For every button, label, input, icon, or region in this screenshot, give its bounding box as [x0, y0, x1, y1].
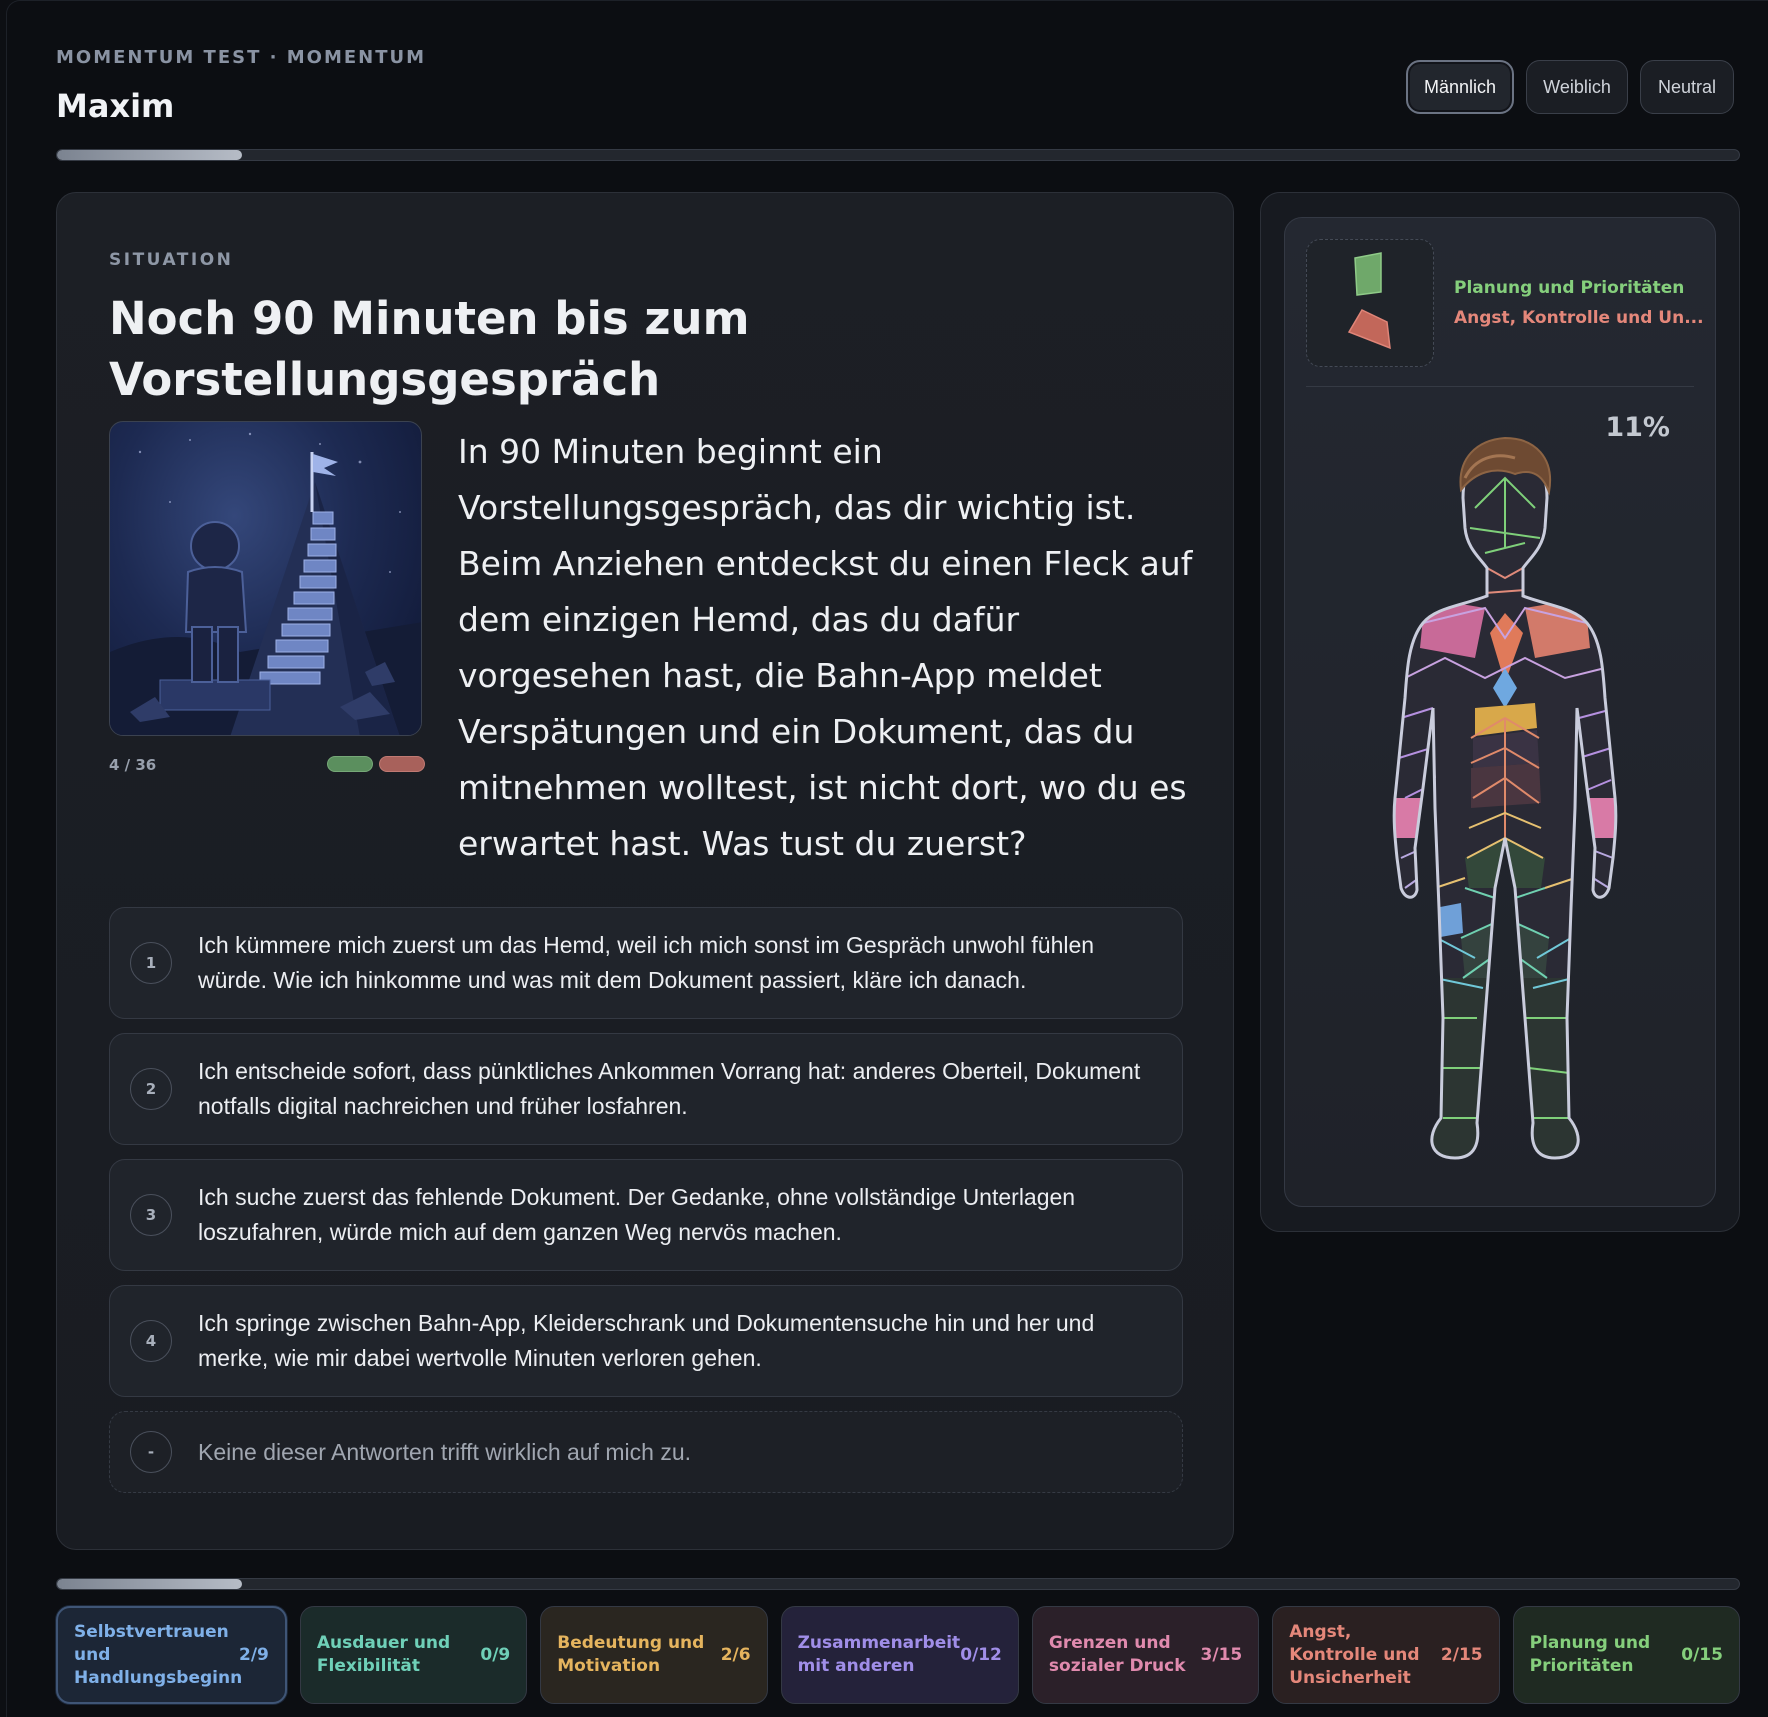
situation-card: SITUATION Noch 90 Minuten bis zum Vorste…: [56, 192, 1234, 1550]
none-answer-option[interactable]: - Keine dieser Antworten trifft wirklich…: [109, 1411, 1183, 1493]
situation-counter: 4 / 36: [109, 756, 157, 774]
answer-option[interactable]: 3 Ich suche zuerst das fehlende Dokument…: [109, 1159, 1183, 1271]
answer-text: Keine dieser Antworten trifft wirklich a…: [198, 1438, 692, 1465]
category-count: 0/9: [480, 1644, 511, 1665]
category-label: Grenzen und sozialer Druck: [1048, 1633, 1186, 1676]
answer-number: 1: [130, 942, 172, 984]
category-label: Ausdauer und Flexibilität: [316, 1633, 451, 1676]
body-map-card: Planung und Prioritäten Angst, Kontrolle…: [1284, 217, 1716, 1207]
answer-text: Ich springe zwischen Bahn-App, Kleidersc…: [198, 1310, 1095, 1371]
answer-text: Ich suche zuerst das fehlende Dokument. …: [198, 1184, 1076, 1245]
situation-title: Noch 90 Minuten bis zum Vorstellungsgesp…: [109, 292, 750, 406]
bottom-progress-bar: [56, 1578, 1740, 1590]
test-eyebrow: MOMENTUM TEST · MOMENTUM: [56, 47, 427, 68]
answer-list: 1 Ich kümmere mich zuerst um das Hemd, w…: [109, 907, 1183, 1507]
user-name: Maxim: [56, 87, 175, 125]
category-tabs: Selbstvertrauen und Handlungsbeginn 2/9 Au…: [56, 1606, 1740, 1704]
category-count: 3/15: [1200, 1644, 1243, 1665]
answer-text: Ich entscheide sofort, dass pünktliches …: [198, 1058, 1141, 1119]
legend-label-anxiety: Angst, Kontrolle und Un...: [1454, 308, 1704, 328]
answer-option[interactable]: 1 Ich kümmere mich zuerst um das Hemd, w…: [109, 907, 1183, 1019]
app-frame: MOMENTUM TEST · MOMENTUM Maxim Männlich …: [6, 0, 1768, 1717]
stairs-summit-illustration: [110, 432, 421, 735]
gender-male-button[interactable]: Männlich: [1406, 60, 1514, 114]
category-tab[interactable]: Angst, Kontrolle und Unsicherheit 2/15: [1272, 1606, 1500, 1704]
gender-toggle-group: Männlich Weiblich Neutral: [1406, 60, 1734, 114]
situation-illustration: [109, 421, 422, 736]
answer-option[interactable]: 2 Ich entscheide sofort, dass pünktliche…: [109, 1033, 1183, 1145]
category-tag-green: [327, 756, 373, 772]
situation-label: SITUATION: [109, 250, 234, 270]
answer-number: 4: [130, 1320, 172, 1362]
red-shard-icon: [1347, 309, 1391, 350]
category-label: Bedeutung und Motivation: [557, 1633, 705, 1676]
category-tab[interactable]: Planung und Prioritäten 0/15: [1512, 1606, 1740, 1704]
category-count: 2/15: [1440, 1644, 1483, 1665]
category-label: Angst, Kontrolle und Unsicherheit: [1289, 1621, 1420, 1688]
legend-shape-icons: [1347, 252, 1391, 350]
legend-shapes: [1306, 239, 1434, 367]
side-divider: [1306, 386, 1694, 387]
category-label: Planung und Prioritäten: [1529, 1633, 1651, 1676]
gender-neutral-button[interactable]: Neutral: [1640, 60, 1734, 114]
answer-text: Ich kümmere mich zuerst um das Hemd, wei…: [198, 932, 1095, 993]
profile-side-panel: Planung und Prioritäten Angst, Kontrolle…: [1260, 192, 1740, 1232]
category-tab[interactable]: Bedeutung und Motivation 2/6: [540, 1606, 768, 1704]
category-label: Selbstvertrauen und Handlungsbeginn: [74, 1621, 243, 1688]
top-progress-fill: [57, 150, 243, 160]
answer-number: -: [130, 1431, 172, 1473]
top-progress-bar: [56, 149, 1740, 161]
category-tab[interactable]: Ausdauer und Flexibilität 0/9: [299, 1606, 528, 1704]
bottom-progress-fill: [57, 1579, 243, 1589]
category-label: Zusammenarbeit mit anderen: [797, 1633, 961, 1676]
category-tab[interactable]: Selbstvertrauen und Handlungsbeginn 2/9: [56, 1606, 287, 1704]
green-shard-icon: [1354, 252, 1382, 296]
category-count: 2/9: [239, 1644, 269, 1665]
category-tab[interactable]: Grenzen und sozialer Druck 3/15: [1031, 1606, 1260, 1704]
category-count: 0/12: [960, 1644, 1002, 1665]
category-tag-red: [379, 756, 425, 772]
category-tab[interactable]: Zusammenarbeit mit anderen 0/12: [780, 1606, 1019, 1704]
category-count: 0/15: [1681, 1644, 1723, 1665]
legend-label-planning: Planung und Prioritäten: [1454, 278, 1685, 298]
body-mosaic-figure: [1392, 436, 1618, 1160]
category-count: 2/6: [720, 1644, 751, 1665]
answer-option[interactable]: 4 Ich springe zwischen Bahn-App, Kleider…: [109, 1285, 1183, 1397]
answer-number: 3: [130, 1194, 172, 1236]
situation-text: In 90 Minuten beginnt ein Vorstellungsge…: [458, 432, 1193, 863]
answer-number: 2: [130, 1068, 172, 1110]
gender-female-button[interactable]: Weiblich: [1526, 60, 1628, 114]
